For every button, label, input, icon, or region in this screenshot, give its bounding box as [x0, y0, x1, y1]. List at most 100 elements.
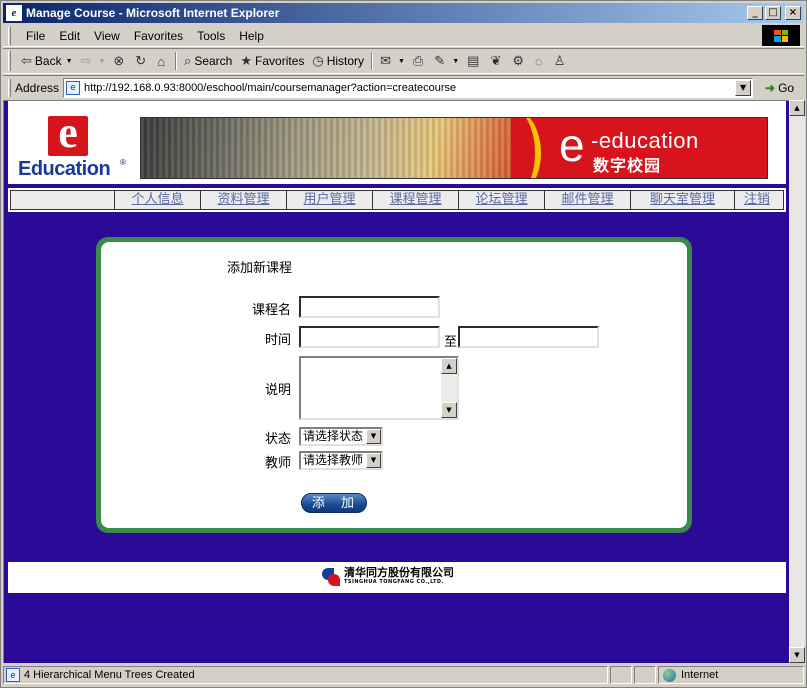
- banner-photo: [141, 118, 531, 178]
- page-scrollbar[interactable]: ▲ ▼: [789, 100, 805, 663]
- standard-toolbar: ⇦ Back ▼ ⇨ ▼ ⊗ ↻ ⌂ ⌕ Search ★ Favorites …: [3, 48, 804, 74]
- forward-arrow-icon: ⇨: [80, 53, 92, 68]
- title-bar: e Manage Course - Microsoft Internet Exp…: [3, 3, 804, 23]
- nav-materials[interactable]: 资料管理: [201, 191, 287, 209]
- print-button[interactable]: ⎙: [409, 50, 430, 72]
- favorites-icon: ★: [240, 53, 253, 68]
- menubar-grip[interactable]: [8, 26, 11, 45]
- tsinghua-tongfang-logo: 清华同方股份有限公司 TSINGHUA TONGFANG CO.,LTD.: [322, 567, 454, 586]
- status-selected-value: 请选择状态: [303, 429, 364, 443]
- logo-text: Education: [18, 158, 111, 180]
- nav-mail[interactable]: 邮件管理: [545, 191, 631, 209]
- minimize-button[interactable]: _: [747, 6, 763, 20]
- menu-edit[interactable]: Edit: [52, 29, 87, 43]
- status-message: 4 Hierarchical Menu Trees Created: [24, 669, 195, 681]
- add-course-button[interactable]: 添 加: [301, 493, 367, 513]
- toolbar-grip[interactable]: [8, 51, 11, 71]
- description-textarea[interactable]: ▲ ▼: [299, 356, 459, 420]
- chevron-down-icon[interactable]: ▼: [452, 58, 459, 65]
- user-button[interactable]: ♙: [550, 50, 573, 72]
- chevron-down-icon[interactable]: ▼: [398, 58, 405, 65]
- description-label: 说明: [264, 383, 291, 398]
- nav-chatroom[interactable]: 聊天室管理: [631, 191, 735, 209]
- form-panel: 添加新课程 课程名 时间 至 说明 ▲ ▼ 状态 请选择状态 ▼ 教师 请选择教…: [96, 237, 692, 533]
- favorites-button[interactable]: ★ Favorites: [236, 50, 308, 72]
- close-button[interactable]: ×: [785, 6, 801, 20]
- course-name-label: 课程名: [251, 303, 291, 318]
- chevron-down-icon[interactable]: ▼: [366, 453, 381, 468]
- messenger-button[interactable]: ◌: [531, 50, 550, 72]
- textarea-scrollbar[interactable]: ▲ ▼: [441, 358, 457, 418]
- chevron-down-icon[interactable]: ▼: [366, 429, 381, 444]
- print-icon: ⎙: [412, 53, 424, 68]
- course-name-input[interactable]: [299, 296, 440, 318]
- banner-title: -education: [591, 128, 699, 153]
- nav-personal-info[interactable]: 个人信息: [115, 191, 201, 209]
- teacher-label: 教师: [264, 456, 291, 471]
- go-button[interactable]: ➜ Go: [765, 81, 794, 95]
- page-content: e Education ® e -education 数字校园 个人信息 资料管…: [3, 100, 789, 663]
- back-button[interactable]: ⇦ Back ▼: [17, 50, 77, 72]
- home-button[interactable]: ⌂: [153, 50, 172, 72]
- scroll-up-icon[interactable]: ▲: [789, 100, 805, 116]
- education-logo[interactable]: e Education ®: [18, 111, 128, 182]
- e-logo-icon: e: [48, 111, 88, 156]
- history-button[interactable]: ◷ History: [308, 50, 368, 72]
- address-box: e ▼: [63, 77, 754, 98]
- stop-button[interactable]: ⊗: [109, 50, 131, 72]
- banner-arc: [481, 118, 541, 178]
- chevron-down-icon[interactable]: ▼: [98, 58, 105, 65]
- form-panel-inner: 添加新课程 课程名 时间 至 说明 ▲ ▼ 状态 请选择状态 ▼ 教师 请选择教…: [101, 242, 687, 528]
- tongfang-logo-icon: [322, 567, 340, 586]
- end-time-input[interactable]: [458, 326, 599, 348]
- discuss-icon: ▤: [467, 53, 480, 68]
- toolbar-separator: [175, 52, 178, 70]
- nav-users[interactable]: 用户管理: [287, 191, 373, 209]
- nav-courses[interactable]: 课程管理: [373, 191, 459, 209]
- address-dropdown-icon[interactable]: ▼: [735, 79, 752, 96]
- address-input[interactable]: [84, 81, 736, 94]
- scroll-down-icon[interactable]: ▼: [441, 402, 457, 418]
- stop-icon: ⊗: [113, 53, 125, 68]
- tools-button[interactable]: ⚙: [508, 50, 531, 72]
- globe-icon: [663, 668, 676, 682]
- status-select[interactable]: 请选择状态 ▼: [299, 427, 383, 446]
- teacher-select[interactable]: 请选择教师 ▼: [299, 451, 383, 470]
- search-icon: ⌕: [184, 53, 192, 68]
- chat-bubble-icon: ◌: [535, 53, 543, 69]
- menu-file[interactable]: File: [19, 29, 52, 43]
- maximize-button[interactable]: □: [765, 6, 781, 20]
- menu-favorites[interactable]: Favorites: [127, 29, 190, 43]
- time-label: 时间: [264, 333, 291, 348]
- discuss-button[interactable]: ▤: [463, 50, 486, 72]
- refresh-icon: ↻: [135, 53, 147, 68]
- menu-view[interactable]: View: [87, 29, 127, 43]
- search-button[interactable]: ⌕ Search: [180, 50, 236, 72]
- banner-subtitle: 数字校园: [593, 156, 662, 175]
- refresh-button[interactable]: ↻: [131, 50, 153, 72]
- favorites-label: Favorites: [255, 54, 305, 68]
- menu-help[interactable]: Help: [232, 29, 271, 43]
- research-icon: ❦: [490, 53, 502, 68]
- gear-icon: ⚙: [512, 53, 525, 68]
- address-bar: Address e ▼ ➜ Go: [3, 75, 804, 99]
- scroll-down-icon[interactable]: ▼: [789, 647, 805, 663]
- page-icon: e: [66, 80, 81, 95]
- start-time-input[interactable]: [299, 326, 440, 348]
- research-button[interactable]: ❦: [486, 50, 508, 72]
- forward-button[interactable]: ⇨ ▼: [77, 50, 110, 72]
- back-label: Back: [34, 54, 62, 68]
- nav-forum[interactable]: 论坛管理: [459, 191, 545, 209]
- chevron-down-icon[interactable]: ▼: [66, 58, 73, 65]
- toolbar-separator: [371, 52, 374, 70]
- edit-button[interactable]: ✎ ▼: [430, 50, 463, 72]
- addressbar-grip[interactable]: [8, 78, 11, 97]
- header-banner: e -education 数字校园: [140, 117, 768, 179]
- nav-logout[interactable]: 注销: [735, 191, 779, 209]
- search-label: Search: [194, 54, 233, 68]
- mail-button[interactable]: ✉ ▼: [376, 50, 409, 72]
- menu-tools[interactable]: Tools: [190, 29, 232, 43]
- scroll-up-icon[interactable]: ▲: [441, 358, 457, 374]
- history-label: History: [326, 54, 365, 68]
- status-label: 状态: [264, 432, 291, 447]
